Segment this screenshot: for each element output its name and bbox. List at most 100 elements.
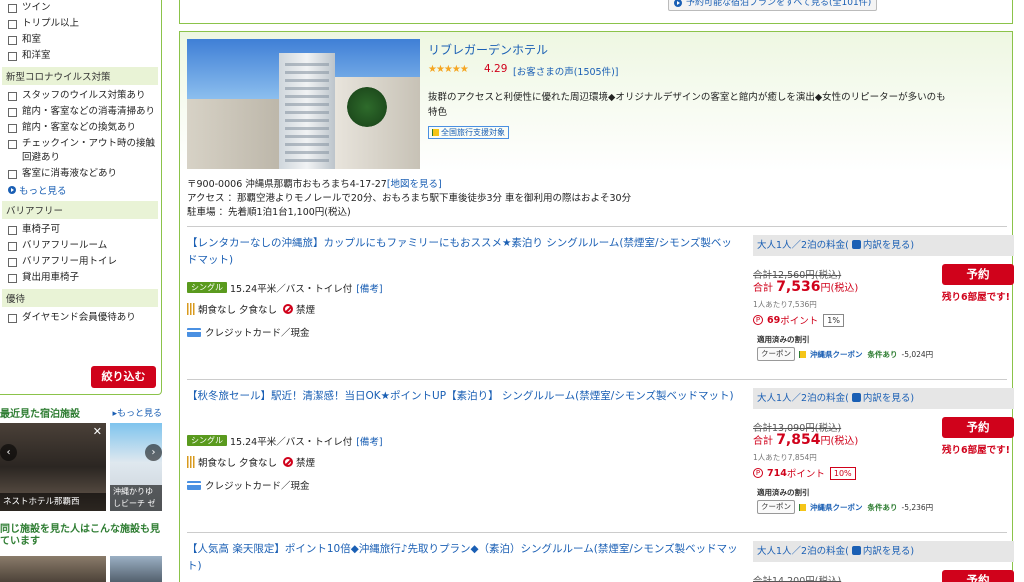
- filter-triple[interactable]: トリプル以上: [6, 17, 157, 31]
- applied-discount-label: 適用済みの割引: [757, 335, 810, 344]
- checkbox[interactable]: [8, 257, 17, 267]
- checkbox[interactable]: [8, 51, 17, 61]
- narrow-search-button[interactable]: 絞り込む: [91, 366, 156, 388]
- breakdown-icon: [851, 240, 861, 249]
- filter-diamond-member[interactable]: ダイヤモンド会員優待あり: [6, 311, 157, 325]
- checkbox[interactable]: [8, 313, 17, 323]
- hotel-description: 抜群のアクセスと利便性に優れた周辺環境◆オリジナルデザインの客室と館内が癒しを演…: [428, 92, 946, 118]
- filter-sidebar: ツイン トリプル以上 和室 和洋室 新型コロナウイルス対策 スタッフのウイルス対…: [0, 0, 162, 582]
- room-info: 15.24平米／バス・トイレ付 [備考]: [230, 437, 383, 448]
- reserve-button[interactable]: 予約: [942, 264, 1014, 285]
- hotel-photo[interactable]: [187, 39, 420, 169]
- plan-title-link[interactable]: 【レンタカーなしの沖縄旅】カップルにもファミリーにもおススメ★素泊り シングルル…: [187, 235, 740, 269]
- checkbox[interactable]: [8, 107, 17, 117]
- breakdown-link[interactable]: 内訳を見る: [863, 546, 911, 557]
- total-price: 合計 7,854円(税込): [753, 432, 859, 448]
- travel-support-badge: 全国旅行支援対象: [428, 126, 509, 139]
- fork-knife-icon: [187, 456, 195, 468]
- per-person-price: 1人あたり7,536円: [753, 300, 817, 309]
- checkbox[interactable]: [8, 273, 17, 283]
- filter-covid-ventilation[interactable]: 館内・客室などの換気あり: [6, 121, 157, 135]
- notes-link[interactable]: [備考]: [356, 437, 382, 448]
- filter-wheelchair[interactable]: 車椅子可: [6, 223, 157, 237]
- checkbox[interactable]: [8, 225, 17, 235]
- price-header: 大人1人／2泊の料金(内訳を見る): [753, 541, 1014, 562]
- checkbox[interactable]: [8, 241, 17, 251]
- payment-info: クレジットカード／現金: [187, 478, 310, 492]
- filter-panel: ツイン トリプル以上 和室 和洋室 新型コロナウイルス対策 スタッフのウイルス対…: [0, 0, 162, 395]
- filter-twin[interactable]: ツイン: [6, 1, 157, 15]
- checkbox[interactable]: [8, 3, 17, 13]
- coupon-conditions-link[interactable]: 条件あり: [868, 349, 898, 360]
- recent-hotel-card[interactable]: 沖縄かりゆしビーチ ゼス那覇く: [110, 423, 162, 511]
- coupon-button[interactable]: クーポン: [757, 500, 795, 514]
- no-smoking-icon: [283, 304, 294, 314]
- breakdown-link[interactable]: 内訳を見る: [863, 240, 911, 251]
- recent-hotel-name: 沖縄かりゆしビーチ ゼス那覇く: [110, 485, 162, 511]
- checkbox[interactable]: [8, 123, 17, 133]
- similar-hotel-thumbnail[interactable]: [110, 556, 162, 582]
- coupon-row: クーポン 沖縄県クーポン 条件あり -5,024円: [757, 347, 933, 361]
- checkbox[interactable]: [8, 19, 17, 29]
- hotel-name-link[interactable]: リブレガーデンホテル: [428, 41, 548, 58]
- fork-knife-icon: [187, 303, 195, 315]
- per-person-price: 1人あたり7,854円: [753, 453, 817, 462]
- filter-japanese-western-room[interactable]: 和洋室: [6, 49, 157, 63]
- applied-discount-label: 適用済みの割引: [757, 488, 810, 497]
- points-icon: P: [753, 315, 763, 325]
- hotel-parking: 駐車場 ：先着順1泊1台1,100円(税込): [187, 207, 351, 218]
- carousel-prev-icon[interactable]: ‹: [0, 444, 17, 461]
- reserve-button[interactable]: 予約: [942, 417, 1014, 438]
- original-price: 合計14,200円(税込): [753, 576, 842, 582]
- plan-title-link[interactable]: 【人気高 楽天限定】ポイント10倍◆沖縄旅行♪先取りプラン◆（素泊）シングルルー…: [187, 541, 740, 575]
- price-header: 大人1人／2泊の料金(内訳を見る): [753, 388, 1014, 409]
- similar-hotel-thumbnail[interactable]: [0, 556, 106, 582]
- filter-barrier-free-room[interactable]: バリアフリールーム: [6, 239, 157, 253]
- notes-link[interactable]: [備考]: [356, 284, 382, 295]
- recently-viewed-title: 最近見た宿泊施設: [0, 409, 80, 420]
- reserve-button[interactable]: 予約: [942, 570, 1014, 582]
- filter-japanese-room[interactable]: 和室: [6, 33, 157, 47]
- meal-info: 朝食なし 夕食なし 禁煙: [187, 455, 315, 469]
- flag-icon: [799, 503, 806, 511]
- room-info: 15.24平米／バス・トイレ付 [備考]: [230, 284, 383, 295]
- reviews-link[interactable]: [お客さまの声(1505件)]: [513, 64, 619, 78]
- all-plans-button[interactable]: 予約可能な宿泊プランをすべて見る(全101件): [668, 0, 878, 11]
- price-header: 大人1人／2泊の料金(内訳を見る): [753, 235, 1014, 256]
- star-rating-icon: ★★★★★: [428, 64, 469, 75]
- checkbox[interactable]: [8, 169, 17, 179]
- map-link[interactable]: [地図を見る]: [387, 179, 442, 190]
- filter-covid-contactless[interactable]: チェックイン・アウト時の接触回避あり: [6, 137, 157, 165]
- previous-hotel-box: 予約可能な宿泊プランをすべて見る(全101件): [179, 0, 1013, 24]
- checkbox[interactable]: [8, 91, 17, 101]
- recently-viewed-more-link[interactable]: ▸もっと見る: [112, 406, 162, 419]
- checkbox[interactable]: [8, 139, 17, 149]
- recent-hotel-card[interactable]: ✕ ネストホテル那覇西: [0, 423, 106, 511]
- recent-hotel-name: ネストホテル那覇西: [0, 493, 106, 511]
- rooms-left: 残り6部屋です!: [942, 445, 1010, 456]
- carousel-next-icon[interactable]: ›: [145, 444, 162, 461]
- breakdown-link[interactable]: 内訳を見る: [863, 393, 911, 404]
- checkbox[interactable]: [8, 35, 17, 45]
- flag-icon: [799, 350, 806, 358]
- filter-covid-cleaning[interactable]: 館内・客室などの消毒清掃あり: [6, 105, 157, 119]
- coupon-conditions-link[interactable]: 条件あり: [868, 502, 898, 513]
- room-type-tag: シングル: [187, 435, 227, 446]
- close-icon[interactable]: ✕: [93, 425, 102, 438]
- plan-title-link[interactable]: 【秋冬旅セール】駅近！清潔感！当日OK★ポイントUP【素泊り】 シングルルーム(…: [187, 388, 740, 405]
- filter-covid-staff[interactable]: スタッフのウイルス対策あり: [6, 89, 157, 103]
- covid-heading: 新型コロナウイルス対策: [2, 67, 158, 85]
- filter-covid-sanitizer[interactable]: 客室に消毒液などあり: [6, 167, 157, 181]
- divider: [187, 379, 1007, 380]
- coupon-button[interactable]: クーポン: [757, 347, 795, 361]
- hotel-address: 〒900-0006 沖縄県那覇市おもろまち4-17-27[地図を見る]: [187, 179, 442, 190]
- rooms-left: 残り6部屋です!: [942, 292, 1010, 303]
- points-rate-badge: 1%: [823, 313, 844, 327]
- hotel-access: アクセス ：那覇空港よりモノレールで20分、おもろまち駅下車後徒歩3分 車を御利…: [187, 193, 632, 204]
- meal-info: 朝食なし 夕食なし 禁煙: [187, 302, 315, 316]
- credit-card-icon: [187, 327, 201, 337]
- filter-barrier-free-toilet[interactable]: バリアフリー用トイレ: [6, 255, 157, 269]
- coupon-row: クーポン 沖縄県クーポン 条件あり -5,236円: [757, 500, 933, 514]
- show-more-link[interactable]: もっと見る: [6, 183, 157, 197]
- filter-rental-wheelchair[interactable]: 貸出用車椅子: [6, 271, 157, 285]
